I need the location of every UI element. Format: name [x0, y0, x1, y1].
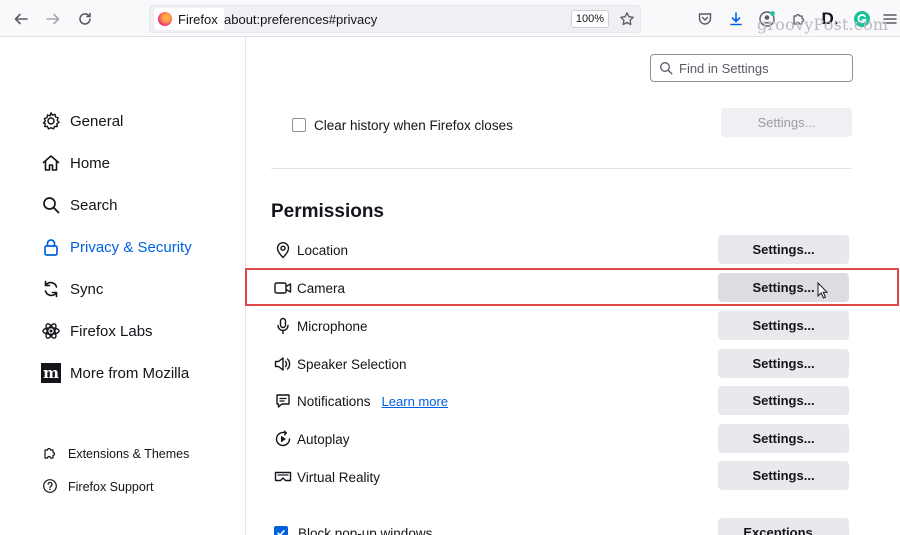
permission-autoplay: Autoplay [274, 428, 350, 450]
permission-virtual-reality: Virtual Reality [274, 466, 380, 488]
sidebar-item-general[interactable]: General [40, 109, 123, 133]
camera-highlight-box [245, 268, 899, 306]
mozilla-icon: m [40, 362, 62, 384]
sidebar-item-label: General [70, 112, 124, 130]
sidebar-footer-extensions-themes[interactable]: Extensions & Themes [42, 444, 189, 464]
url-text[interactable]: about:preferences#privacy [224, 12, 377, 27]
back-arrow-icon [14, 13, 28, 25]
sync-icon [40, 278, 62, 300]
block-popups-checkbox[interactable] [274, 526, 288, 535]
clear-history-settings-button[interactable]: Settings... [721, 108, 852, 137]
sidebar-footer-label: Extensions & Themes [68, 447, 190, 461]
sidebar-item-home[interactable]: Home [40, 151, 110, 175]
sidebar-item-privacy-security[interactable]: Privacy & Security [40, 235, 192, 259]
autoplay-icon [274, 430, 292, 448]
permission-speaker-selection: Speaker Selection [274, 353, 407, 375]
block-popups-row: Block pop-up windows [274, 522, 432, 535]
identity-box[interactable]: Firefox [154, 8, 224, 30]
clear-history-checkbox[interactable] [292, 118, 306, 132]
reload-button[interactable] [73, 7, 97, 31]
identity-label: Firefox [178, 11, 218, 27]
permission-location: Location [274, 239, 348, 261]
forward-arrow-icon [46, 13, 60, 25]
block-popups-label[interactable]: Block pop-up windows [298, 526, 432, 535]
sidebar-item-search[interactable]: Search [40, 193, 118, 217]
sidebar-item-label: Firefox Labs [70, 322, 153, 340]
autoplay-settings-button[interactable]: Settings... [718, 424, 849, 453]
location-settings-button[interactable]: Settings... [718, 235, 849, 264]
sidebar-item-label: More from Mozilla [70, 364, 190, 382]
star-icon [620, 12, 634, 26]
bookmark-star-button[interactable] [615, 7, 639, 31]
search-icon [40, 194, 62, 216]
lock-icon [40, 236, 62, 258]
microphone-settings-button[interactable]: Settings... [718, 311, 849, 340]
find-in-settings-input[interactable] [679, 60, 839, 76]
watermark: groovyPost.com [757, 15, 889, 34]
permissions-heading: Permissions [271, 201, 384, 222]
home-icon [40, 152, 62, 174]
find-in-settings[interactable] [650, 54, 853, 82]
virtual-reality-settings-button[interactable]: Settings... [718, 461, 849, 490]
vr-headset-icon [274, 468, 292, 486]
permission-microphone: Microphone [274, 315, 368, 337]
sidebar-item-label: Privacy & Security [70, 238, 192, 256]
microphone-icon [274, 317, 292, 335]
sidebar-item-label: Sync [70, 280, 104, 298]
gear-icon [40, 110, 62, 132]
permission-notifications: Notifications Learn more [274, 390, 448, 412]
permission-label: Virtual Reality [297, 469, 381, 485]
sidebar-item-more-from-mozilla[interactable]: m More from Mozilla [40, 361, 189, 385]
sidebar-item-firefox-labs[interactable]: Firefox Labs [40, 319, 153, 343]
permission-label: Autoplay [297, 431, 350, 447]
back-button[interactable] [9, 7, 33, 31]
section-divider [271, 168, 851, 169]
forward-button[interactable] [41, 7, 65, 31]
sidebar-footer-firefox-support[interactable]: Firefox Support [42, 477, 153, 497]
help-icon [42, 478, 58, 497]
permission-label: Notifications [297, 393, 371, 409]
pocket-icon [698, 13, 712, 25]
pocket-button[interactable] [693, 7, 717, 31]
search-icon [660, 62, 673, 75]
clear-history-label[interactable]: Clear history when Firefox closes [314, 118, 513, 133]
sidebar-footer-label: Firefox Support [68, 480, 154, 494]
permission-label: Microphone [297, 318, 368, 334]
download-icon [730, 12, 742, 26]
sidebar-item-sync[interactable]: Sync [40, 277, 103, 301]
reload-icon [79, 12, 91, 25]
notification-icon [274, 392, 292, 410]
downloads-button[interactable] [724, 7, 748, 31]
speaker-icon [274, 355, 292, 373]
permission-label: Speaker Selection [297, 356, 407, 372]
learn-more-link[interactable]: Learn more [382, 394, 448, 409]
location-pin-icon [274, 241, 292, 259]
sidebar-item-label: Home [70, 154, 111, 172]
puzzle-icon [42, 445, 58, 464]
speaker-selection-settings-button[interactable]: Settings... [718, 349, 849, 378]
block-popups-exceptions-button[interactable]: Exceptions... [718, 518, 849, 535]
permission-label: Location [297, 242, 349, 258]
zoom-indicator[interactable]: 100% [571, 10, 609, 28]
sidebar-item-label: Search [70, 196, 118, 214]
labs-icon [40, 320, 62, 342]
firefox-logo-icon [158, 12, 172, 26]
checkmark-icon [277, 530, 285, 535]
notifications-settings-button[interactable]: Settings... [718, 386, 849, 415]
